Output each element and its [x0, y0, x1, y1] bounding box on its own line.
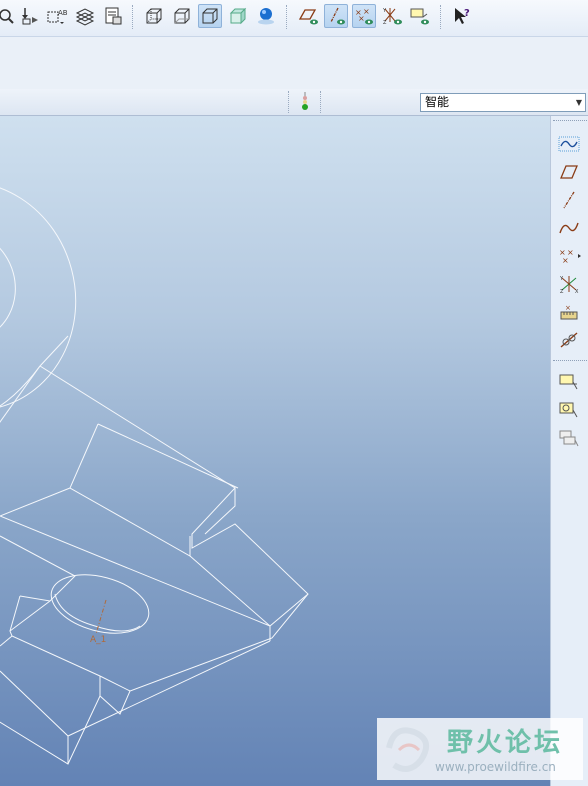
svg-text:×: ×: [358, 14, 365, 23]
toolbar-separator: [286, 5, 289, 29]
wireframe-icon[interactable]: [142, 4, 166, 28]
insert-datum-tool-icon[interactable]: [555, 328, 583, 352]
layers-icon[interactable]: [73, 4, 97, 28]
annotation-display-icon[interactable]: [408, 4, 432, 28]
datum-plane-display-icon[interactable]: [296, 4, 320, 28]
zoom-icon[interactable]: [0, 4, 18, 28]
main-toolbar: AB × × × YZ ?: [0, 0, 588, 37]
toolbar-separator: [553, 360, 587, 363]
toolbar-separator: [132, 5, 135, 29]
graphics-viewport[interactable]: A_1: [0, 116, 550, 786]
svg-text:Z: Z: [383, 20, 387, 26]
chevron-down-icon[interactable]: ▼: [576, 94, 582, 111]
svg-text:×: ×: [562, 256, 569, 265]
model-wireframe: A_1: [0, 181, 309, 765]
coordinate-system-display-icon[interactable]: YZ: [380, 4, 404, 28]
forum-watermark: 野火论坛 www.proewildfire.cn: [377, 718, 583, 780]
traffic-light-icon[interactable]: [298, 92, 312, 115]
analysis-tool-icon[interactable]: ×: [555, 300, 583, 324]
no-hidden-icon[interactable]: [198, 4, 222, 28]
toolbar-separator: [440, 5, 443, 29]
help-question-mark: ?: [464, 8, 470, 19]
datum-axis-display-icon[interactable]: [324, 4, 348, 28]
watermark-title: 野火论坛: [447, 728, 564, 758]
watermark-logo-icon: [379, 720, 443, 781]
regenerate-icon[interactable]: [17, 4, 41, 28]
datum-plane-tool-icon[interactable]: [555, 160, 583, 184]
context-help-icon[interactable]: ?: [450, 4, 474, 28]
right-feature-toolbar: × × × YZX ×: [550, 116, 588, 786]
note-tool-icon[interactable]: [555, 398, 583, 422]
appearance-icon[interactable]: [254, 4, 278, 28]
svg-text:Z: Z: [560, 289, 564, 294]
annotation-group-icon[interactable]: [555, 426, 583, 450]
coordinate-system-tool-icon[interactable]: YZX: [555, 272, 583, 296]
watermark-url: www.proewildfire.cn: [435, 760, 556, 774]
secondary-toolbar-area: [0, 37, 588, 89]
datum-axis-label: A_1: [90, 635, 106, 645]
datum-point-tool-icon[interactable]: × × ×: [555, 244, 583, 268]
svg-text:×: ×: [565, 304, 571, 312]
toolbar-separator: [553, 120, 587, 123]
status-separator: [320, 91, 321, 113]
datum-curve-tool-icon[interactable]: [555, 216, 583, 240]
datum-axis-tool-icon[interactable]: [555, 188, 583, 212]
hidden-line-icon[interactable]: [170, 4, 194, 28]
sketch-tool-icon[interactable]: [555, 132, 583, 156]
annotation-tool-icon[interactable]: [555, 370, 583, 394]
rename-icon[interactable]: AB: [45, 4, 69, 28]
selection-filter-value: 智能: [425, 95, 450, 109]
datum-point-display-icon[interactable]: × × ×: [352, 4, 376, 28]
shading-icon[interactable]: [226, 4, 250, 28]
rename-label: AB: [58, 9, 68, 17]
status-separator: [288, 91, 289, 113]
svg-text:X: X: [575, 289, 579, 294]
selection-filter-dropdown[interactable]: 智能 ▼: [420, 93, 586, 112]
model-tree-icon[interactable]: [101, 4, 125, 28]
